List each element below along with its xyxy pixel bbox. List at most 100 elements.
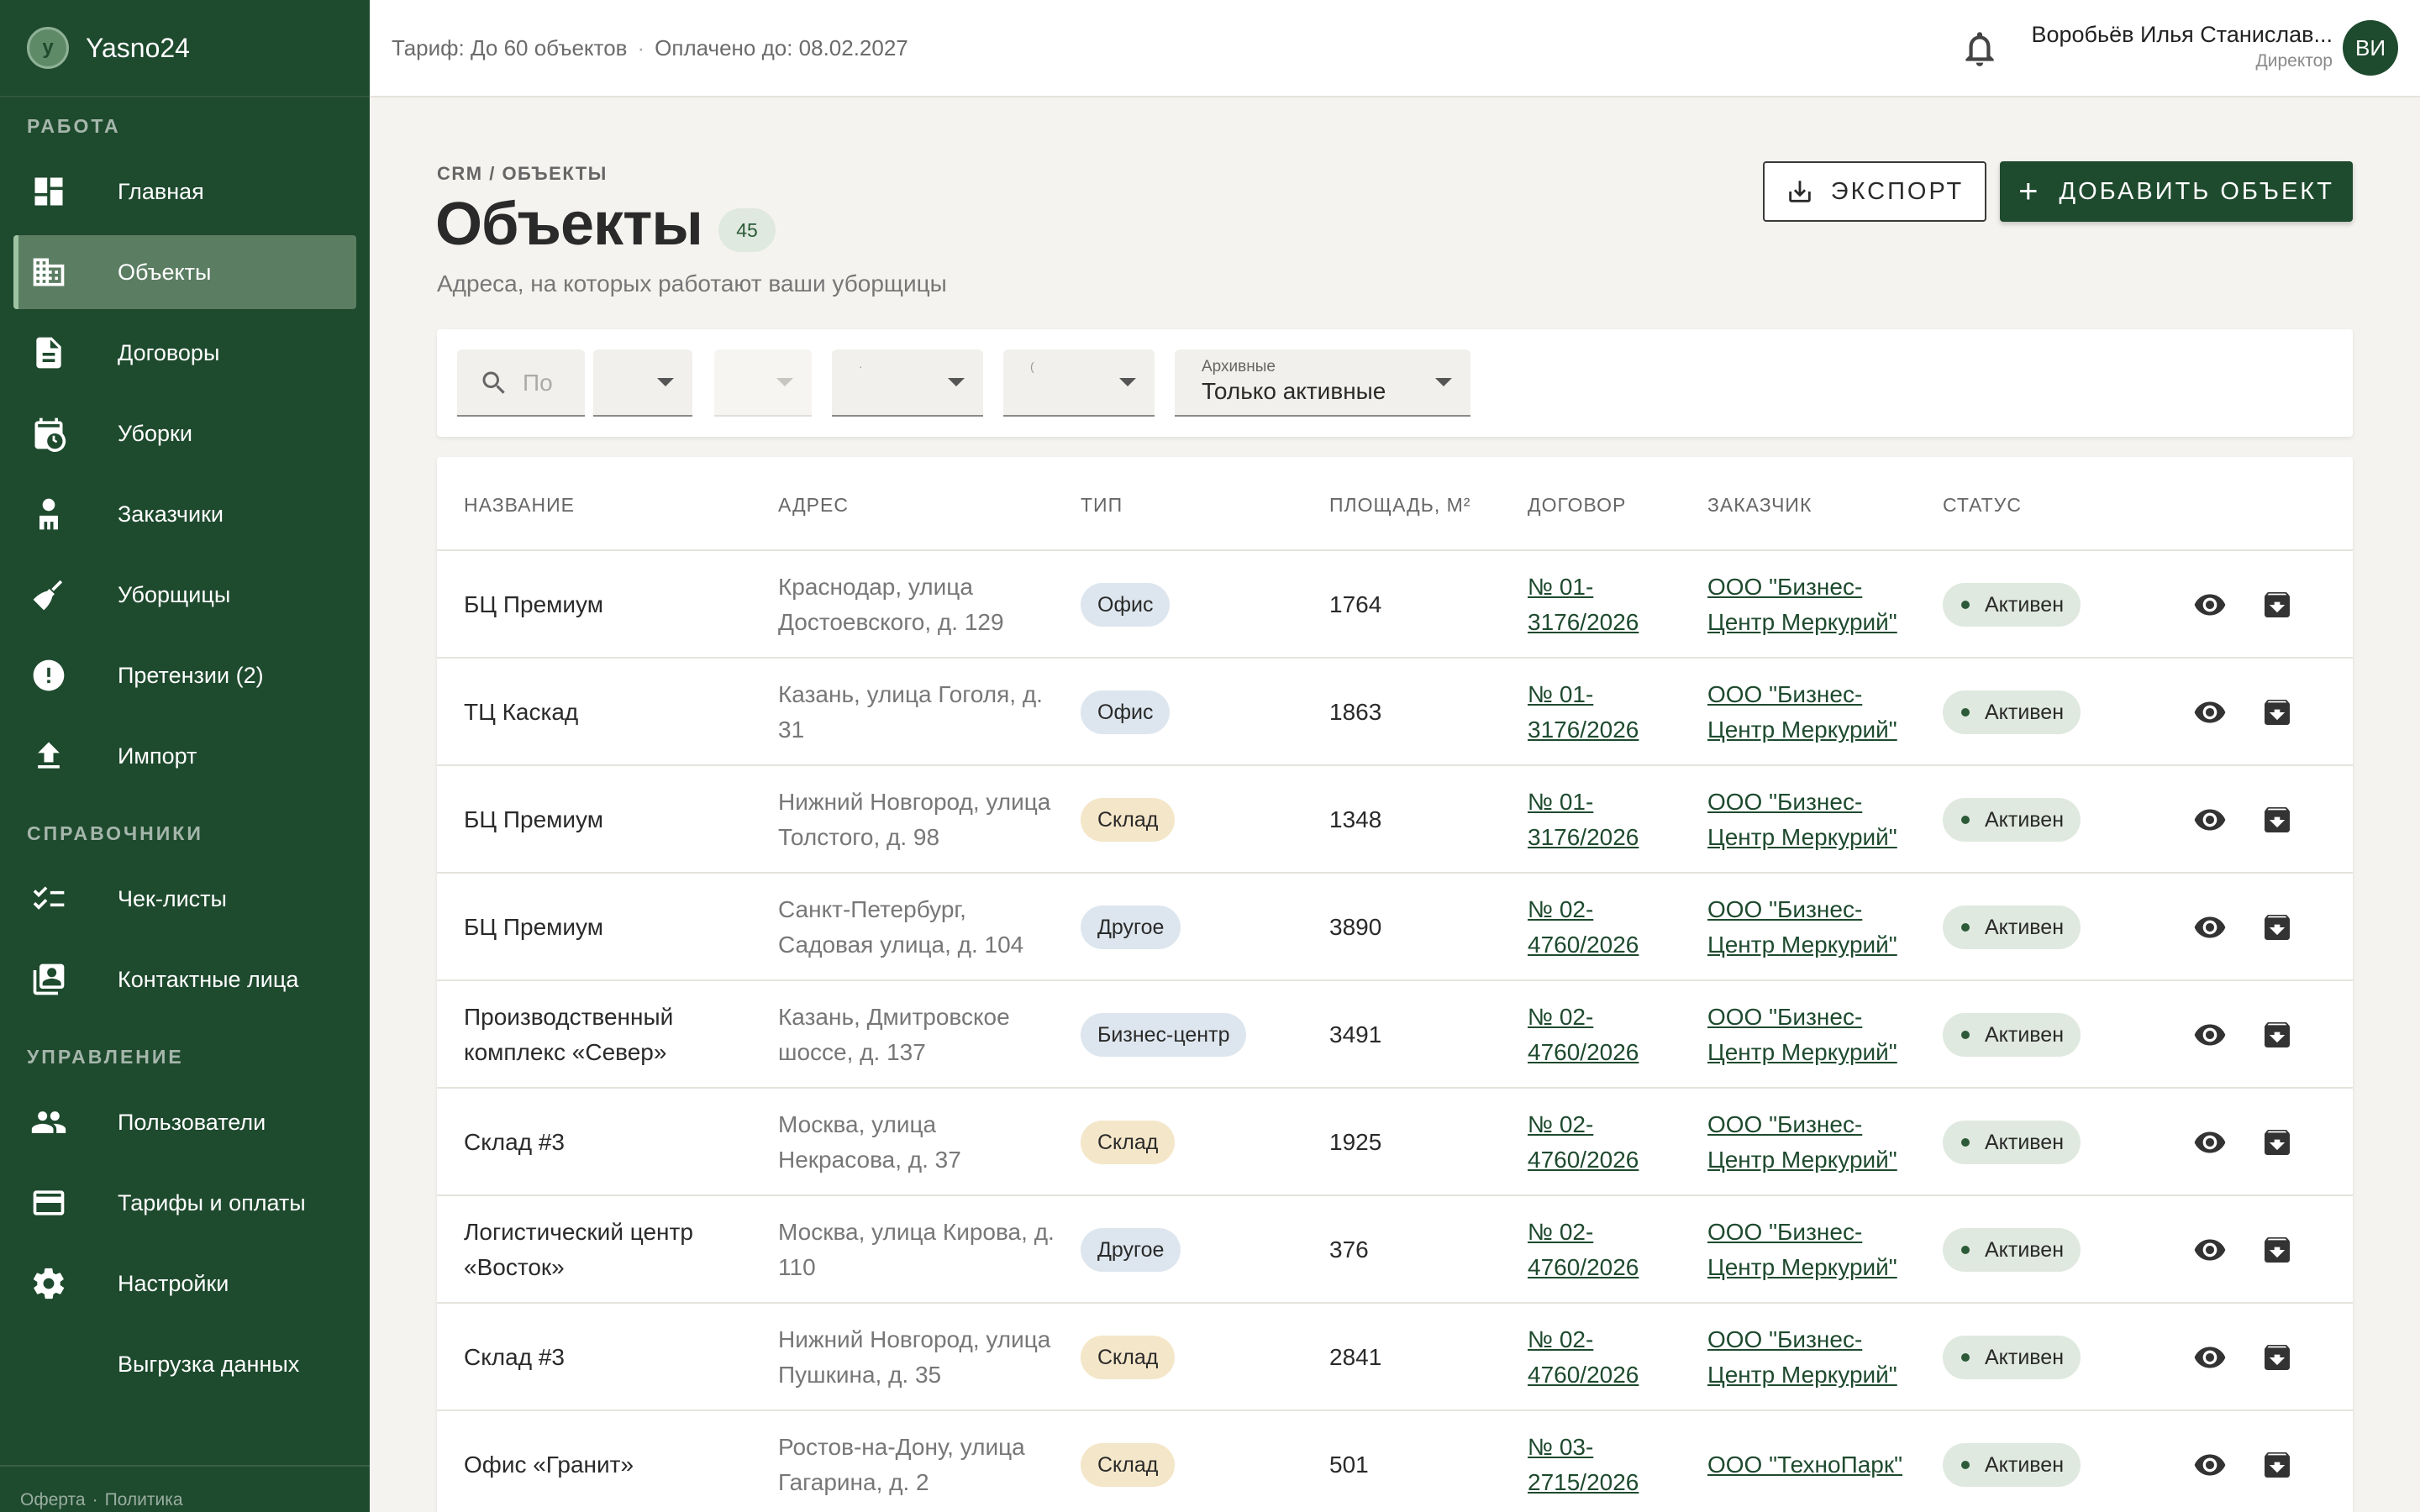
- sidebar-item-contacts[interactable]: Контактные лица: [13, 942, 356, 1016]
- column-header-contract[interactable]: ДОГОВОР: [1528, 494, 1626, 517]
- section-title-references: СПРАВОЧНИКИ: [27, 822, 203, 844]
- status-badge: Активен: [1943, 906, 2081, 949]
- cell-area: 1764: [1329, 591, 1382, 617]
- sidebar-item-import[interactable]: Импорт: [13, 719, 356, 793]
- table-row[interactable]: БЦ Премиум Краснодар, улица Достоевского,…: [437, 551, 2353, 659]
- cell-address: Санкт-Петербург, Садовая улица, д. 104: [778, 896, 1024, 958]
- sidebar-item-settings[interactable]: Настройки: [13, 1247, 356, 1320]
- archive-icon[interactable]: [2260, 1341, 2297, 1378]
- customer-link[interactable]: ООО "Бизнес-Центр Меркурий": [1707, 1304, 1909, 1411]
- archive-icon[interactable]: [2260, 803, 2297, 840]
- sidebar-item-claims[interactable]: Претензии (2): [13, 638, 356, 712]
- customer-link[interactable]: ООО "Бизнес-Центр Меркурий": [1707, 551, 1909, 659]
- eye-icon[interactable]: [2193, 1448, 2230, 1485]
- customer-link[interactable]: ООО "Бизнес-Центр Меркурий": [1707, 659, 1909, 766]
- eye-icon[interactable]: [2193, 696, 2230, 732]
- search-input[interactable]: По: [457, 349, 585, 417]
- contract-link[interactable]: № 01-3176/2026: [1528, 659, 1670, 766]
- bell-icon[interactable]: [1956, 25, 2003, 72]
- table-row[interactable]: БЦ Премиум Нижний Новгород, улица Толстог…: [437, 766, 2353, 874]
- column-header-type[interactable]: ТИП: [1081, 494, 1123, 517]
- customer-link[interactable]: ООО "Бизнес-Центр Меркурий": [1707, 1089, 1909, 1196]
- customer-link[interactable]: ООО "Бизнес-Центр Меркурий": [1707, 1196, 1909, 1304]
- contract-link[interactable]: № 03-2715/2026: [1528, 1411, 1670, 1512]
- offer-link[interactable]: Оферта: [20, 1490, 86, 1510]
- cell-address: Ростов-на-Дону, улица Гагарина, д. 2: [778, 1434, 1025, 1495]
- sidebar-item-cleanings[interactable]: Уборки: [13, 396, 356, 470]
- sidebar-item-objects[interactable]: Объекты: [13, 235, 356, 309]
- column-header-customer[interactable]: ЗАКАЗЧИК: [1707, 494, 1812, 517]
- table-row[interactable]: Склад #3 Москва, улица Некрасова, д. 37 Ск…: [437, 1089, 2353, 1196]
- contract-link[interactable]: № 02-4760/2026: [1528, 1196, 1670, 1304]
- table-row[interactable]: Офис «Гранит» Ростов-на-Дону, улица Гагар…: [437, 1411, 2353, 1512]
- policy-link[interactable]: Политика: [105, 1490, 183, 1510]
- contract-link[interactable]: № 02-4760/2026: [1528, 874, 1670, 981]
- avatar[interactable]: ВИ: [2343, 20, 2398, 76]
- filter-label-3: ·: [859, 360, 863, 373]
- tariff-text: Тариф: До 60 объектов: [392, 34, 628, 60]
- filter-select-3[interactable]: ·: [832, 349, 983, 417]
- sidebar-item-home[interactable]: Главная: [13, 155, 356, 228]
- contract-link[interactable]: № 01-3176/2026: [1528, 551, 1670, 659]
- sidebar-item-checklists[interactable]: Чек-листы: [13, 862, 356, 936]
- brand[interactable]: y Yasno24: [0, 0, 370, 97]
- filter-select-1[interactable]: [593, 349, 692, 417]
- sidebar-item-data-export[interactable]: Выгрузка данных: [13, 1327, 356, 1401]
- eye-icon[interactable]: [2193, 1018, 2230, 1055]
- archive-icon[interactable]: [2260, 1126, 2297, 1163]
- archive-icon[interactable]: [2260, 1448, 2297, 1485]
- eye-icon[interactable]: [2193, 911, 2230, 948]
- archive-icon[interactable]: [2260, 696, 2297, 732]
- cell-name: БЦ Премиум: [464, 806, 603, 832]
- sidebar-footer: Оферта · Политика: [0, 1465, 370, 1512]
- archive-icon[interactable]: [2260, 588, 2297, 625]
- cell-area: 1925: [1329, 1129, 1382, 1155]
- archive-icon[interactable]: [2260, 1233, 2297, 1270]
- eye-icon[interactable]: [2193, 803, 2230, 840]
- table-row[interactable]: Производственный комплекс «Север» Казань,…: [437, 981, 2353, 1089]
- status-dot: [1961, 1031, 1970, 1039]
- eye-icon[interactable]: [2193, 1126, 2230, 1163]
- tariff-separator: ·: [637, 34, 645, 60]
- column-header-area[interactable]: ПЛОЩАДЬ, М²: [1329, 494, 1470, 517]
- section-title-management: УПРАВЛЕНИЕ: [27, 1045, 184, 1068]
- column-header-address[interactable]: АДРЕС: [778, 494, 849, 517]
- table-row[interactable]: БЦ Премиум Санкт-Петербург, Садовая улица…: [437, 874, 2353, 981]
- sidebar-item-tariffs[interactable]: Тарифы и оплаты: [13, 1166, 356, 1240]
- sidebar-item-contracts[interactable]: Договоры: [13, 316, 356, 390]
- filter-select-4[interactable]: (: [1003, 349, 1155, 417]
- contract-link[interactable]: № 01-3176/2026: [1528, 766, 1670, 874]
- tariff-info: Тариф: До 60 объектов · Оплачено до: 08.02…: [392, 35, 908, 61]
- export-label: ЭКСПОРТ: [1830, 177, 1965, 205]
- column-header-status[interactable]: СТАТУС: [1943, 494, 2022, 517]
- contract-link[interactable]: № 02-4760/2026: [1528, 1304, 1670, 1411]
- export-button[interactable]: ЭКСПОРТ: [1763, 161, 1986, 222]
- cell-address: Нижний Новгород, улица Толстого, д. 98: [778, 789, 1051, 850]
- archive-icon[interactable]: [2260, 911, 2297, 948]
- sidebar-item-cleaners[interactable]: Уборщицы: [13, 558, 356, 632]
- user-info[interactable]: Воробьёв Илья Станислав... Директор: [2032, 22, 2333, 71]
- column-header-name[interactable]: НАЗВАНИЕ: [464, 494, 575, 517]
- sidebar-item-customers[interactable]: Заказчики: [13, 477, 356, 551]
- customer-link[interactable]: ООО "Бизнес-Центр Меркурий": [1707, 766, 1909, 874]
- customer-link[interactable]: ООО "ТехноПарк": [1707, 1411, 1909, 1512]
- eye-icon[interactable]: [2193, 1233, 2230, 1270]
- archive-filter-select[interactable]: Архивные Только активные: [1175, 349, 1470, 417]
- archive-icon[interactable]: [2260, 1018, 2297, 1055]
- eye-icon[interactable]: [2193, 1341, 2230, 1378]
- table-row[interactable]: Логистический центр «Восток» Москва, улиц…: [437, 1196, 2353, 1304]
- contract-link[interactable]: № 02-4760/2026: [1528, 981, 1670, 1089]
- customer-link[interactable]: ООО "Бизнес-Центр Меркурий": [1707, 874, 1909, 981]
- table-row[interactable]: Склад #3 Нижний Новгород, улица Пушкина, …: [437, 1304, 2353, 1411]
- eye-icon[interactable]: [2193, 588, 2230, 625]
- add-object-button[interactable]: + ДОБАВИТЬ ОБЪЕКТ: [2000, 161, 2353, 222]
- customer-link[interactable]: ООО "Бизнес-Центр Меркурий": [1707, 981, 1909, 1089]
- table-row[interactable]: ТЦ Каскад Казань, улица Гоголя, д. 31 Офис…: [437, 659, 2353, 766]
- status-badge: Активен: [1943, 1121, 2081, 1164]
- sidebar-item-label: Импорт: [118, 743, 197, 769]
- sidebar-item-users[interactable]: Пользователи: [13, 1085, 356, 1159]
- cell-address: Казань, Дмитровское шоссе, д. 137: [778, 1004, 1010, 1065]
- person-icon: [30, 496, 67, 533]
- calendar-clock-icon: [30, 415, 67, 452]
- contract-link[interactable]: № 02-4760/2026: [1528, 1089, 1670, 1196]
